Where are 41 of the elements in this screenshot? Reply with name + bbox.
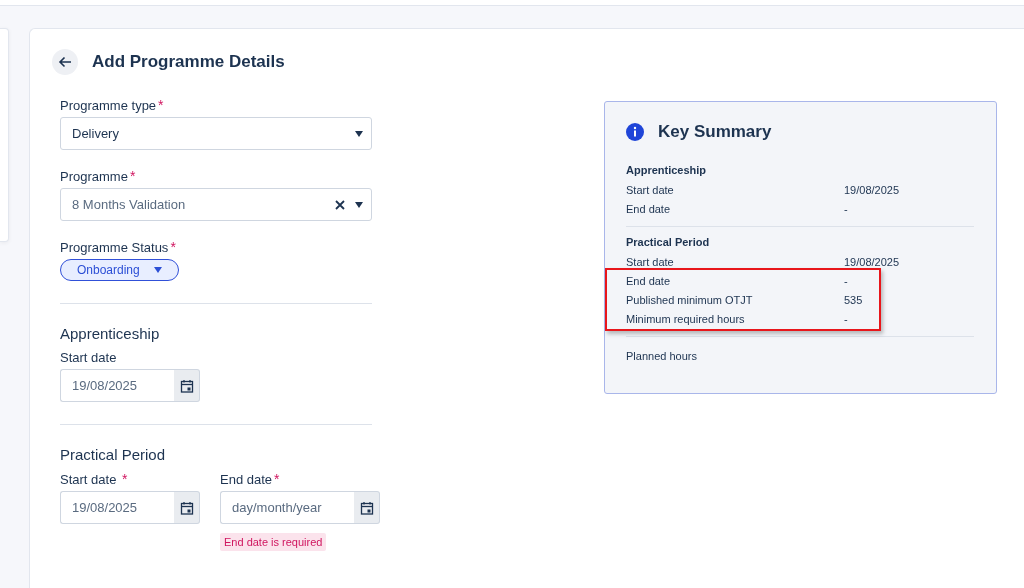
clear-icon[interactable]	[335, 199, 345, 210]
summary-label: End date	[626, 274, 672, 287]
status-dropdown[interactable]: Onboarding	[60, 259, 179, 281]
field-label: Programme type	[60, 98, 157, 113]
summary-label: Start date	[626, 255, 675, 268]
page-title: Add Programme Details	[92, 52, 285, 72]
summary-value: 19/08/2025	[844, 255, 900, 268]
summary-title: Key Summary	[658, 122, 772, 142]
field-label: Programme Status	[60, 240, 169, 255]
summary-value: 19/08/2025	[844, 183, 900, 196]
back-arrow-icon	[58, 56, 72, 68]
required-mark: *	[129, 168, 136, 184]
summary-value: 535	[844, 293, 863, 306]
back-button[interactable]	[52, 49, 78, 75]
field-label: Programme	[60, 169, 128, 184]
summary-label: Published minimum OTJT	[626, 293, 754, 306]
summary-value: -	[844, 274, 848, 287]
summary-label: Planned hours	[626, 349, 698, 362]
summary-label: End date	[626, 202, 672, 215]
section-heading: Practical Period	[60, 446, 167, 463]
summary-section-heading: Practical Period	[626, 236, 711, 248]
summary-value: -	[844, 202, 848, 215]
error-message: End date is required	[220, 533, 327, 551]
select-field[interactable]: 8 Months Validation	[60, 188, 372, 221]
info-icon	[626, 123, 644, 141]
summary-label: Start date	[626, 183, 675, 196]
section-heading: Apprenticeship	[60, 325, 161, 342]
required-mark: *	[122, 471, 128, 487]
required-mark: *	[170, 239, 176, 255]
summary-label: Minimum required hours	[626, 312, 746, 325]
required-mark: *	[274, 471, 280, 487]
dropdown-caret-icon	[355, 130, 363, 137]
field-label: Start date	[60, 472, 117, 487]
required-mark: *	[158, 97, 164, 113]
field-label: Start date	[60, 350, 117, 365]
select-field[interactable]: Delivery	[60, 117, 372, 150]
dropdown-caret-icon	[355, 201, 363, 208]
field-label: End date	[220, 472, 273, 487]
summary-section-heading: Apprenticeship	[626, 164, 708, 176]
summary-value: -	[844, 312, 848, 325]
dropdown-caret-icon	[153, 267, 162, 273]
